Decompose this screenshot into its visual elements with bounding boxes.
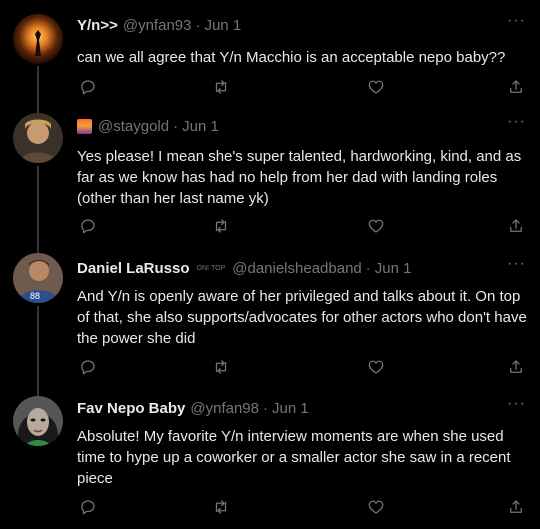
tweet-actions [77, 78, 527, 98]
author-name[interactable]: Fav Nepo Baby [77, 400, 185, 417]
author-handle[interactable]: @staygold [98, 118, 169, 135]
tweet-actions [77, 358, 527, 378]
author-handle[interactable]: @ynfan98 [190, 400, 259, 417]
tweet-date[interactable]: Jun 1 [182, 118, 219, 135]
tweet-date[interactable]: Jun 1 [272, 400, 309, 417]
like-icon[interactable] [367, 78, 387, 98]
tweet[interactable]: Y/n>> @ynfan93 · Jun 1 ··· can we all ag… [0, 0, 540, 110]
tweet-date[interactable]: Jun 1 [204, 17, 241, 34]
tweet[interactable]: @staygold · Jun 1 ··· Yes please! I mean… [0, 110, 540, 250]
reply-icon[interactable] [79, 358, 99, 378]
author-name[interactable]: Daniel LaRusso [77, 260, 190, 277]
reply-icon[interactable] [79, 498, 99, 518]
reply-icon[interactable] [79, 78, 99, 98]
more-icon[interactable]: ··· [507, 255, 526, 273]
retweet-icon[interactable] [212, 498, 232, 518]
avatar[interactable] [13, 113, 63, 163]
tweet-actions [77, 217, 527, 237]
retweet-icon[interactable] [212, 358, 232, 378]
more-icon[interactable]: ··· [507, 12, 526, 30]
like-icon[interactable] [367, 498, 387, 518]
tweet[interactable]: Fav Nepo Baby @ynfan98 · Jun 1 ··· Absol… [0, 390, 540, 529]
retweet-icon[interactable] [212, 78, 232, 98]
retweet-icon[interactable] [212, 217, 232, 237]
tweet-text: Yes please! I mean she's super talented,… [77, 148, 522, 207]
share-icon[interactable] [507, 498, 527, 518]
tools-emoji-icon: ON! TOP [196, 265, 226, 272]
tweet-text: And Y/n is openly aware of her privilege… [77, 288, 527, 347]
author-handle[interactable]: @ynfan93 [123, 17, 192, 34]
flag-emoji-icon [77, 119, 92, 134]
like-icon[interactable] [367, 358, 387, 378]
share-icon[interactable] [507, 217, 527, 237]
tweet-text: can we all agree that Y/n Macchio is an … [77, 49, 506, 66]
avatar[interactable] [13, 14, 63, 64]
tweet-text: Absolute! My favorite Y/n interview mome… [77, 428, 511, 487]
tweet-actions [77, 498, 527, 518]
share-icon[interactable] [507, 358, 527, 378]
tweet[interactable]: 88 Daniel LaRusso ON! TOP @danielsheadba… [0, 250, 540, 390]
more-icon[interactable]: ··· [507, 395, 526, 413]
avatar[interactable] [13, 396, 63, 446]
more-icon[interactable]: ··· [507, 113, 526, 131]
like-icon[interactable] [367, 217, 387, 237]
svg-text:88: 88 [30, 291, 40, 301]
author-name[interactable]: Y/n>> [77, 17, 118, 34]
avatar[interactable]: 88 [13, 253, 63, 303]
reply-icon[interactable] [79, 217, 99, 237]
tweet-date[interactable]: Jun 1 [375, 260, 412, 277]
author-handle[interactable]: @danielsheadband [232, 260, 362, 277]
share-icon[interactable] [507, 78, 527, 98]
